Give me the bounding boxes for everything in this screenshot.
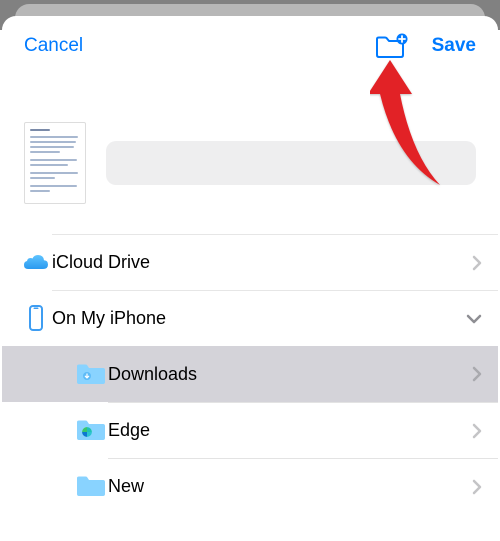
file-save-sheet: Cancel Save [2, 16, 498, 541]
folder-icon [74, 473, 108, 499]
filename-input[interactable] [106, 141, 476, 185]
chevron-right-icon [472, 423, 482, 439]
new-folder-button[interactable] [374, 32, 408, 60]
location-label: New [108, 476, 454, 497]
preview-section [2, 74, 498, 226]
chevron-down-icon [466, 314, 482, 324]
location-label: Downloads [108, 364, 454, 385]
location-row-edge[interactable]: Edge [2, 402, 498, 458]
iphone-icon [20, 304, 52, 332]
cloud-icon [20, 252, 52, 272]
chevron-right-icon [472, 255, 482, 271]
folder-download-icon [74, 361, 108, 387]
location-row-icloud-drive[interactable]: iCloud Drive [2, 234, 498, 290]
location-label: Edge [108, 420, 454, 441]
document-thumbnail[interactable] [24, 122, 86, 204]
chevron-right-icon [472, 479, 482, 495]
save-button[interactable]: Save [432, 35, 476, 57]
new-folder-plus-icon [374, 32, 408, 60]
toolbar: Cancel Save [2, 16, 498, 74]
location-label: On My iPhone [52, 308, 448, 329]
toolbar-right-group: Save [374, 32, 476, 60]
chevron-right-icon [472, 366, 482, 382]
location-label: iCloud Drive [52, 252, 454, 273]
location-row-downloads[interactable]: Downloads [2, 346, 498, 402]
cancel-button[interactable]: Cancel [24, 35, 83, 57]
location-list: iCloud Drive On My iPhone [2, 234, 498, 514]
location-row-new[interactable]: New [2, 458, 498, 514]
location-row-on-my-iphone[interactable]: On My iPhone [2, 290, 498, 346]
folder-edge-icon [74, 417, 108, 443]
